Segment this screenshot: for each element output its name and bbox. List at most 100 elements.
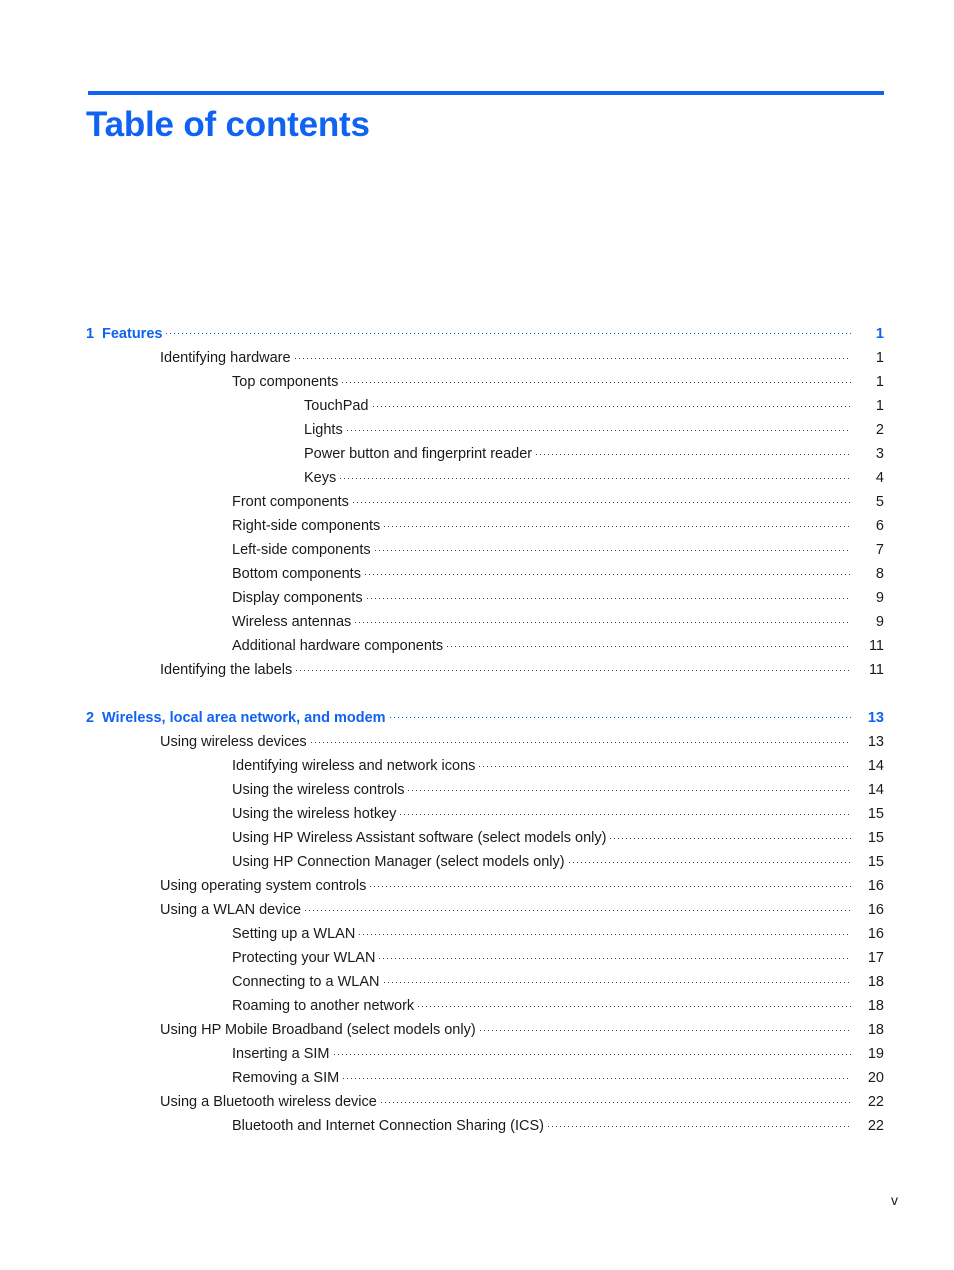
table-of-contents: 1 Features 1 Identifying hardware 1 Top compo… [0,322,954,1138]
toc-entry[interactable]: Using operating system controls 16 [0,874,954,898]
toc-entry-page-number: 16 [867,878,884,894]
toc-entry-page-number: 17 [867,950,884,966]
toc-entry-label: Bottom components [232,566,361,582]
toc-entry[interactable]: Removing a SIM 20 [0,1066,954,1090]
toc-entry[interactable]: Using a Bluetooth wireless device 22 [0,1090,954,1114]
toc-entry-page-number: 5 [875,494,884,510]
toc-entry-label: Using operating system controls [160,878,367,894]
dot-leader [389,708,851,722]
toc-entry[interactable]: Identifying wireless and network icons 14 [0,754,954,778]
toc-entry-label: Wireless, local area network, and modem [102,710,386,726]
toc-entry-label: Top components [232,374,339,390]
toc-entry-page-number: 16 [867,926,884,942]
toc-entry[interactable]: Using HP Connection Manager (select mode… [0,850,954,874]
toc-entry[interactable]: Using a WLAN device 16 [0,898,954,922]
dot-leader [610,828,851,842]
toc-entry[interactable]: Roaming to another network 18 [0,994,954,1018]
toc-entry-page-number: 9 [875,590,884,606]
toc-entry[interactable]: Lights 2 [0,418,954,442]
dot-leader [479,756,851,770]
toc-entry[interactable]: Identifying the labels 11 [0,658,954,682]
toc-entry[interactable]: Using wireless devices 13 [0,730,954,754]
toc-entry-page-number: 8 [875,566,884,582]
toc-entry[interactable]: Bottom components 8 [0,562,954,586]
toc-entry[interactable]: Using the wireless hotkey 15 [0,802,954,826]
toc-entry-label: Wireless antennas [232,614,352,630]
toc-section-gap [0,682,954,706]
dot-leader [355,612,851,626]
toc-entry-page-number: 16 [867,902,884,918]
dot-leader [447,636,851,650]
toc-entry-label: Setting up a WLAN [232,926,356,942]
toc-entry[interactable]: Power button and fingerprint reader 3 [0,442,954,466]
dot-leader [536,444,851,458]
document-page: Table of contents 1 Features 1 Identifying … [0,0,954,1270]
toc-entry-page-number: 13 [867,710,884,726]
toc-entry-label: Using the wireless controls [232,782,405,798]
toc-chapter-entry[interactable]: 2 Wireless, local area network, and modem… [0,706,954,730]
toc-entry-label: Using HP Connection Manager (select mode… [232,854,565,870]
toc-entry-label: Using HP Mobile Broadband (select models… [160,1022,476,1038]
toc-entry[interactable]: Connecting to a WLAN 18 [0,970,954,994]
toc-chapter-number: 1 [86,326,95,342]
toc-entry-label: Left-side components [232,542,371,558]
toc-entry-page-number: 9 [875,614,884,630]
toc-entry[interactable]: Front components 5 [0,490,954,514]
toc-entry[interactable]: Left-side components 7 [0,538,954,562]
toc-entry-page-number: 14 [867,758,884,774]
dot-leader [333,1044,851,1058]
dot-leader [372,396,852,410]
toc-entry-label: Using the wireless hotkey [232,806,397,822]
page-folio: v [891,1192,898,1208]
toc-entry[interactable]: Bluetooth and Internet Connection Sharin… [0,1114,954,1138]
toc-entry-page-number: 18 [867,998,884,1014]
toc-entry-label: Additional hardware components [232,638,444,654]
dot-leader [166,324,851,338]
toc-entry-label: Inserting a SIM [232,1046,330,1062]
toc-entry-page-number: 13 [867,734,884,750]
toc-entry[interactable]: Keys 4 [0,466,954,490]
toc-entry-label: Identifying wireless and network icons [232,758,476,774]
toc-entry[interactable]: TouchPad 1 [0,394,954,418]
toc-entry-label: Identifying the labels [160,662,293,678]
title-rule [88,91,884,95]
toc-entry[interactable]: Setting up a WLAN 16 [0,922,954,946]
dot-leader [343,1068,851,1082]
toc-entry[interactable]: Wireless antennas 9 [0,610,954,634]
toc-entry[interactable]: Protecting your WLAN 17 [0,946,954,970]
toc-entry-page-number: 22 [867,1094,884,1110]
toc-entry-page-number: 19 [867,1046,884,1062]
dot-leader [370,876,851,890]
toc-entry-label: Using a WLAN device [160,902,302,918]
dot-leader [384,516,851,530]
toc-entry-page-number: 11 [868,638,884,654]
toc-entry[interactable]: Using HP Wireless Assistant software (se… [0,826,954,850]
toc-chapter-entry[interactable]: 1 Features 1 [0,322,954,346]
toc-entry-label: Using HP Wireless Assistant software (se… [232,830,607,846]
toc-entry-label: Lights [304,422,343,438]
toc-entry[interactable]: Right-side components 6 [0,514,954,538]
toc-entry-page-number: 15 [867,854,884,870]
toc-entry[interactable]: Additional hardware components 11 [0,634,954,658]
toc-entry-page-number: 18 [867,974,884,990]
toc-entry[interactable]: Display components 9 [0,586,954,610]
dot-leader [374,540,851,554]
dot-leader [568,852,851,866]
toc-entry[interactable]: Inserting a SIM 19 [0,1042,954,1066]
toc-entry-page-number: 1 [875,374,884,390]
toc-entry-page-number: 15 [867,806,884,822]
toc-entry[interactable]: Top components 1 [0,370,954,394]
toc-entry-page-number: 14 [867,782,884,798]
toc-entry[interactable]: Identifying hardware 1 [0,346,954,370]
toc-entry-page-number: 15 [867,830,884,846]
toc-entry-label: Protecting your WLAN [232,950,376,966]
toc-entry[interactable]: Using HP Mobile Broadband (select models… [0,1018,954,1042]
dot-leader [305,900,851,914]
toc-entry-label: Connecting to a WLAN [232,974,380,990]
dot-leader [418,996,851,1010]
toc-entry-page-number: 1 [875,350,884,366]
toc-entry[interactable]: Using the wireless controls 14 [0,778,954,802]
toc-entry-label: Keys [304,470,337,486]
toc-entry-label: Display components [232,590,363,606]
toc-entry-label: TouchPad [304,398,369,414]
